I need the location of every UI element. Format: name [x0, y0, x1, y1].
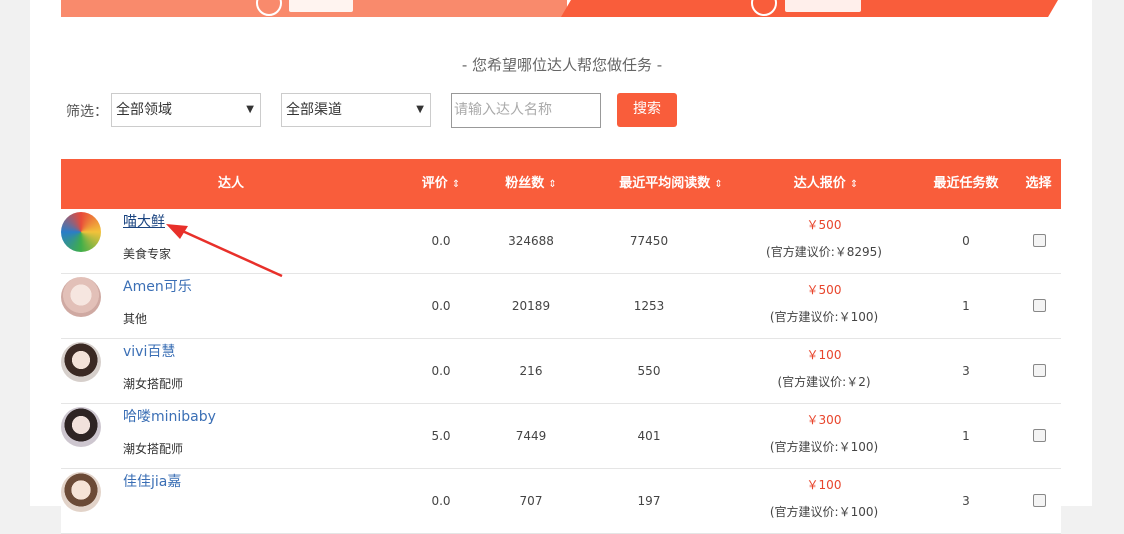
table-row: 喵大鲜 美食专家 0.0 324688 77450 ￥500 (官方建议价:￥8… — [61, 209, 1061, 274]
table-row: vivi百慧 潮女搭配师 0.0 216 550 ￥100 (官方建议价:￥2)… — [61, 339, 1061, 404]
row-select-checkbox[interactable] — [1033, 429, 1046, 442]
channel-select-value: 全部渠道 — [286, 102, 342, 118]
price-value: ￥500 — [806, 218, 842, 232]
rating-value: 0.0 — [431, 494, 451, 508]
avg-reads-value: 77450 — [629, 234, 669, 248]
table-row: 佳佳jia嘉 0.0 707 197 ￥100 (官方建议价:￥100) 3 — [61, 469, 1061, 534]
talent-name-link[interactable]: vivi百慧 — [123, 341, 175, 361]
avatar — [61, 342, 101, 382]
avg-reads-value: 401 — [637, 429, 661, 443]
talent-name-link[interactable]: Amen可乐 — [123, 276, 192, 296]
rating-value: 0.0 — [431, 299, 451, 313]
avg-reads-value: 550 — [637, 364, 661, 378]
row-select-checkbox[interactable] — [1033, 234, 1046, 247]
channel-select[interactable]: 全部渠道 ▼ — [281, 93, 431, 127]
talent-category: 潮女搭配师 — [123, 442, 184, 456]
rating-value: 0.0 — [431, 234, 451, 248]
domain-select-value: 全部领域 — [116, 102, 172, 118]
talent-name-search-input[interactable]: 请输入达人名称 — [451, 93, 601, 128]
talent-category: 其他 — [123, 312, 148, 326]
recent-tasks-value: 1 — [962, 429, 970, 443]
avatar — [61, 472, 101, 512]
recent-tasks-value: 1 — [962, 299, 970, 313]
recent-tasks-value: 3 — [962, 364, 970, 378]
domain-select[interactable]: 全部领域 ▼ — [111, 93, 261, 127]
step-two-label — [785, 0, 861, 12]
header-avg-reads[interactable]: 最近平均阅读数 ⇕ — [581, 159, 761, 209]
fans-value: 324688 — [508, 234, 554, 248]
recent-tasks-value: 0 — [962, 234, 970, 248]
header-rating[interactable]: 评价 ⇕ — [401, 159, 481, 209]
step-one — [61, 0, 567, 17]
official-price: (官方建议价:￥8295) — [766, 245, 882, 259]
talent-category: 美食专家 — [123, 247, 172, 261]
header-quote[interactable]: 达人报价 ⇕ — [761, 159, 891, 209]
step-banner — [61, 0, 1061, 17]
section-subtitle: - 您希望哪位达人帮您做任务 - — [461, 56, 663, 74]
avg-reads-value: 197 — [637, 494, 661, 508]
price-value: ￥100 — [806, 478, 842, 492]
official-price: (官方建议价:￥2) — [777, 375, 871, 389]
table-row: 哈喽minibaby 潮女搭配师 5.0 7449 401 ￥300 (官方建议… — [61, 404, 1061, 469]
talent-name-link[interactable]: 哈喽minibaby — [123, 406, 216, 426]
header-select: 选择 — [1025, 176, 1052, 191]
fans-value: 20189 — [511, 299, 551, 313]
talent-name-link[interactable]: 佳佳jia嘉 — [123, 471, 181, 491]
row-select-checkbox[interactable] — [1033, 494, 1046, 507]
search-button[interactable]: 搜索 — [617, 93, 677, 127]
talent-name-link[interactable]: 喵大鲜 — [123, 211, 165, 231]
fans-value: 707 — [519, 494, 543, 508]
header-fans[interactable]: 粉丝数 ⇕ — [481, 159, 581, 209]
row-select-checkbox[interactable] — [1033, 299, 1046, 312]
sort-icon[interactable]: ⇕ — [850, 179, 858, 190]
filter-label: 筛选： — [66, 104, 108, 120]
chevron-down-icon: ▼ — [246, 104, 254, 115]
official-price: (官方建议价:￥100) — [769, 310, 879, 324]
step-two-circle — [751, 0, 777, 16]
sort-icon[interactable]: ⇕ — [714, 179, 722, 190]
avatar — [61, 212, 101, 252]
sort-icon[interactable]: ⇕ — [548, 179, 556, 190]
talent-category: 潮女搭配师 — [123, 377, 184, 391]
price-value: ￥500 — [806, 283, 842, 297]
step-two — [561, 0, 1058, 17]
chevron-down-icon: ▼ — [416, 104, 424, 115]
avatar — [61, 277, 101, 317]
sort-icon[interactable]: ⇕ — [452, 179, 460, 190]
avg-reads-value: 1253 — [633, 299, 665, 313]
step-one-label — [289, 0, 353, 12]
price-value: ￥100 — [806, 348, 842, 362]
avatar — [61, 407, 101, 447]
header-recent-tasks: 最近任务数 — [933, 176, 999, 191]
step-one-circle — [256, 0, 282, 16]
table-row: Amen可乐 其他 0.0 20189 1253 ￥500 (官方建议价:￥10… — [61, 274, 1061, 339]
header-talent: 达人 — [217, 176, 244, 191]
fans-value: 7449 — [515, 429, 547, 443]
recent-tasks-value: 3 — [962, 494, 970, 508]
price-value: ￥300 — [806, 413, 842, 427]
row-select-checkbox[interactable] — [1033, 364, 1046, 377]
rating-value: 5.0 — [431, 429, 451, 443]
fans-value: 216 — [519, 364, 543, 378]
table-header: 达人 评价 ⇕ 粉丝数 ⇕ 最近平均阅读数 ⇕ 达人报价 ⇕ 最近任务数 选择 — [61, 159, 1061, 209]
official-price: (官方建议价:￥100) — [769, 440, 879, 454]
rating-value: 0.0 — [431, 364, 451, 378]
